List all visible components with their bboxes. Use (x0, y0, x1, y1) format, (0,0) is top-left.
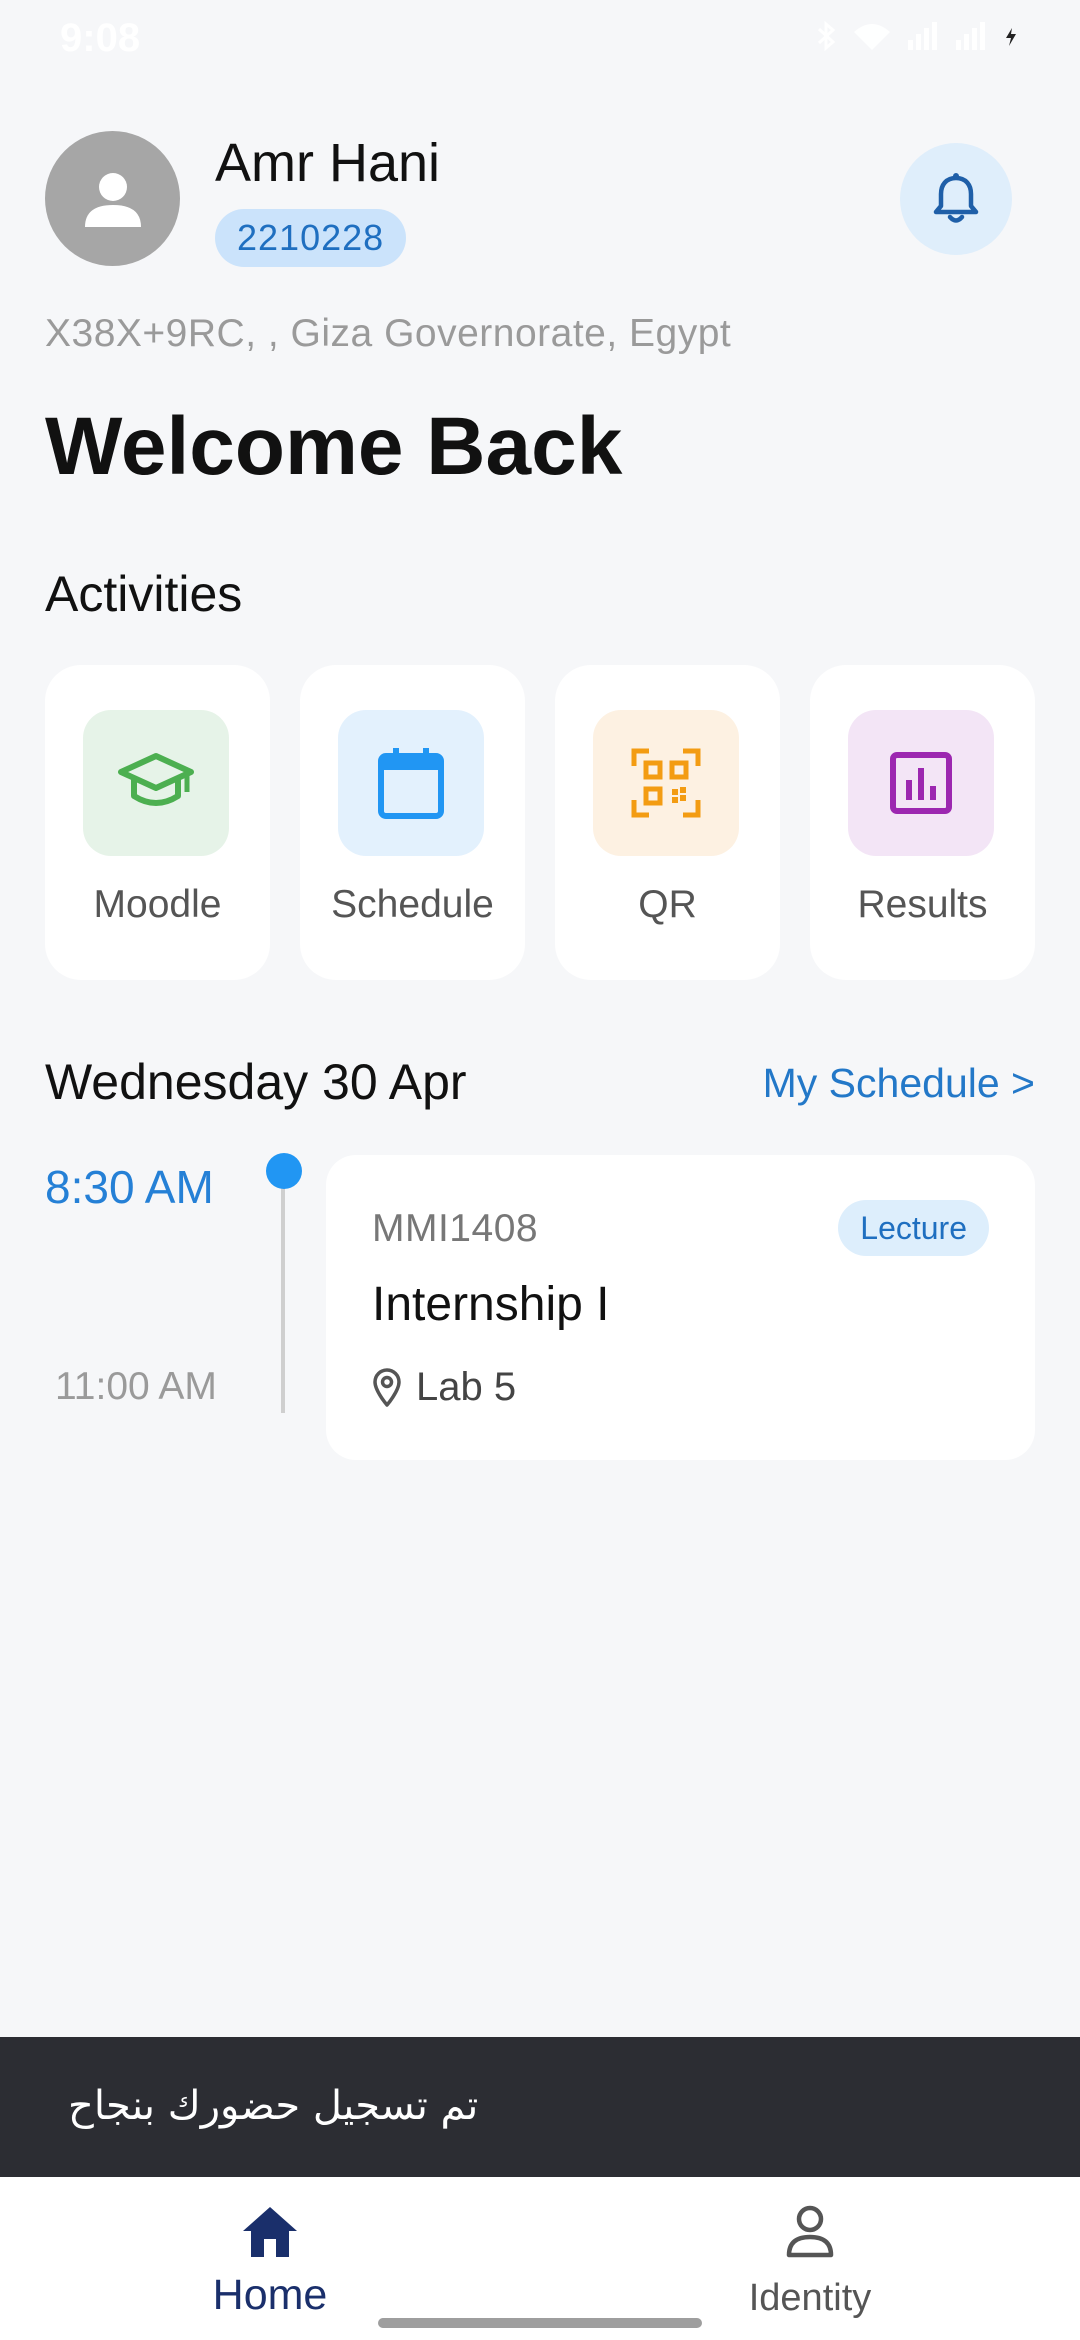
activity-icon-box (83, 710, 229, 856)
activity-icon-box (848, 710, 994, 856)
activity-label: Moodle (93, 883, 222, 926)
graduation-cap-icon (118, 753, 194, 806)
room-row: Lab 5 (372, 1365, 516, 1410)
user-name: Amr Hani (215, 133, 441, 193)
activity-card-schedule[interactable]: Schedule (300, 665, 525, 980)
signal-icon-2 (956, 22, 985, 50)
nav-identity-label: Identity (748, 2277, 872, 2319)
avatar[interactable] (45, 131, 180, 266)
student-id-badge: 2210228 (215, 209, 407, 267)
gesture-bar[interactable] (378, 2318, 702, 2328)
bell-icon (933, 173, 979, 223)
timeline-line (281, 1178, 285, 1413)
nav-identity[interactable]: Identity (540, 2177, 1080, 2340)
battery-charging-icon (1006, 28, 1016, 46)
bar-chart-icon (890, 752, 952, 814)
notifications-button[interactable] (900, 143, 1012, 255)
course-name: Internship I (372, 1278, 610, 1331)
activities-heading: Activities (45, 566, 243, 622)
status-time: 9:08 (60, 16, 141, 60)
status-bar: 9:08 (0, 0, 1080, 80)
activity-label: Schedule (331, 883, 494, 926)
activities-grid: Moodle Schedule QR Results (45, 665, 1035, 980)
activity-label: QR (638, 883, 697, 926)
home-icon (243, 2207, 297, 2257)
class-card[interactable]: MMI1408 Lecture Internship I Lab 5 (326, 1155, 1035, 1460)
nav-home[interactable]: Home (0, 2177, 540, 2340)
qr-code-icon (631, 748, 701, 818)
class-type-badge: Lecture (838, 1200, 989, 1256)
activity-label: Results (857, 883, 988, 926)
activity-card-qr[interactable]: QR (555, 665, 780, 980)
person-avatar-icon (84, 172, 141, 227)
bottom-nav: Home Identity (0, 2177, 1080, 2340)
start-time: 8:30 AM (45, 1161, 214, 1213)
status-icons (816, 20, 1020, 52)
location-text: X38X+9RC, , Giza Governorate, Egypt (45, 312, 732, 355)
activity-icon-box (593, 710, 739, 856)
nav-home-label: Home (212, 2271, 328, 2319)
timeline-dot (266, 1153, 302, 1189)
signal-icon (908, 22, 937, 50)
room-label: Lab 5 (416, 1365, 517, 1409)
course-code: MMI1408 (372, 1207, 539, 1250)
snackbar-message: تم تسجيل حضورك بنجاح (68, 2083, 479, 2129)
my-schedule-link[interactable]: My Schedule > (763, 1060, 1035, 1107)
welcome-heading: Welcome Back (45, 401, 623, 492)
day-title: Wednesday 30 Apr (45, 1054, 467, 1110)
bluetooth-icon (817, 20, 836, 52)
wifi-icon (854, 24, 890, 50)
calendar-icon (378, 748, 444, 819)
activity-card-moodle[interactable]: Moodle (45, 665, 270, 980)
location-pin-icon (373, 1367, 401, 1407)
end-time: 11:00 AM (55, 1365, 217, 1408)
activity-card-results[interactable]: Results (810, 665, 1035, 980)
person-icon (786, 2205, 834, 2258)
snackbar: تم تسجيل حضورك بنجاح (0, 2037, 1080, 2177)
activity-icon-box (338, 710, 484, 856)
